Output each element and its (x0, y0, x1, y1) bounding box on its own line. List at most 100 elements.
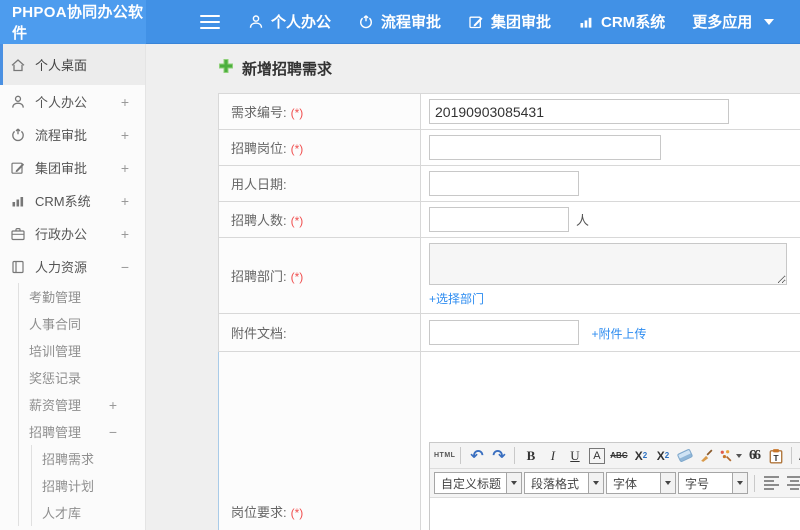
sidebar-item-admin-office[interactable]: 行政办公 + (0, 217, 145, 250)
top-menu-personal-office[interactable]: 个人办公 (248, 11, 331, 32)
sidebar-item-recruitment[interactable]: 招聘管理 − (19, 418, 145, 445)
sidebar-item-crm[interactable]: CRM系统 + (0, 184, 145, 217)
form-row-position: 招聘岗位: (*) (218, 129, 800, 166)
form-row-requirements: 岗位要求: (*) HTML ↶ ↷ B I U A ABC X 2 X 2 6… (218, 351, 800, 530)
top-menu-group-approval[interactable]: 集团审批 (468, 11, 551, 32)
headcount-unit: 人 (576, 212, 590, 228)
paste-as-text-icon[interactable]: T (765, 445, 786, 466)
required-mark: (*) (290, 214, 304, 228)
sidebar-item-hr[interactable]: 人力资源 − (0, 250, 145, 283)
expand-icon[interactable]: + (121, 226, 129, 242)
redo-icon[interactable]: ↷ (488, 445, 509, 466)
sidebar-item-attendance[interactable]: 考勤管理 (19, 283, 145, 310)
process-icon (10, 127, 26, 143)
paragraph-format-select[interactable]: 段落格式 (524, 472, 604, 494)
chart-icon (578, 14, 594, 30)
sidebar-item-rewards[interactable]: 奖惩记录 (19, 364, 145, 391)
sidebar-item-personal-office[interactable]: 个人办公 + (0, 85, 145, 118)
rich-text-editor: HTML ↶ ↷ B I U A ABC X2 X2 66 T 自定义标题 段落… (429, 442, 800, 530)
add-plus-icon (218, 58, 234, 79)
top-menu-more-apps[interactable]: 更多应用 (692, 11, 775, 32)
form-row-attachment: 附件文档: +附件上传 (218, 313, 800, 352)
book-icon (10, 259, 26, 275)
source-code-button[interactable]: HTML (434, 445, 455, 466)
sidebar-item-talent-pool[interactable]: 人才库 (32, 499, 145, 526)
edit-icon (468, 14, 484, 30)
sidebar-submenu-hr: 考勤管理 人事合同 培训管理 奖惩记录 薪资管理 + 招聘管理 − 招聘需求 招… (18, 283, 145, 526)
department-textarea[interactable] (429, 243, 787, 285)
caret-down-icon (660, 473, 675, 493)
strikethrough-button[interactable]: ABC (608, 445, 629, 466)
app-logo: PHPOA协同办公软件 (0, 0, 146, 44)
sidebar-item-recruit-plan[interactable]: 招聘计划 (32, 472, 145, 499)
editor-toolbar-row1: HTML ↶ ↷ B I U A ABC X2 X2 66 T (430, 443, 800, 469)
font-size-select[interactable]: 字号 (678, 472, 748, 494)
sidebar-item-recruit-request[interactable]: 招聘需求 (32, 445, 145, 472)
expand-icon[interactable]: + (121, 94, 129, 110)
required-mark: (*) (290, 270, 304, 284)
caret-down-icon (506, 473, 521, 493)
collapse-icon[interactable]: − (121, 259, 129, 275)
expand-icon[interactable]: + (121, 193, 129, 209)
form-row-hire-date: 用人日期: (218, 165, 800, 202)
top-menu-process-approval[interactable]: 流程审批 (358, 11, 441, 32)
top-menu-crm[interactable]: CRM系统 (578, 11, 665, 32)
superscript-button[interactable]: X2 (630, 445, 651, 466)
request-no-input[interactable] (429, 99, 729, 124)
recruit-request-form: 需求编号:(*) 招聘岗位:(*) 用人日期: 招聘人数:(*) 人 (218, 93, 800, 530)
hire-date-input[interactable] (429, 171, 579, 196)
remove-format-eraser-icon[interactable] (674, 445, 695, 466)
user-icon (10, 94, 26, 110)
font-family-select[interactable]: 字体 (606, 472, 676, 494)
caret-down-icon (732, 473, 747, 493)
sidebar-submenu-recruitment: 招聘需求 招聘计划 人才库 (31, 445, 145, 526)
process-icon (358, 14, 374, 30)
expand-icon[interactable]: + (109, 397, 117, 413)
headcount-input[interactable] (429, 207, 569, 232)
blockquote-icon[interactable]: 66 (743, 445, 764, 466)
top-navbar: PHPOA协同办公软件 个人办公 流程审批 集团审批 CRM系统 更多应用 (0, 0, 800, 44)
expand-icon[interactable]: + (121, 127, 129, 143)
color-pen-icon[interactable] (718, 445, 743, 466)
collapse-icon[interactable]: − (109, 424, 117, 440)
required-mark: (*) (290, 142, 304, 156)
required-mark: (*) (290, 506, 304, 520)
expand-icon[interactable]: + (121, 160, 129, 176)
underline-button[interactable]: U (564, 445, 585, 466)
form-row-department: 招聘部门: (*) +选择部门 (218, 237, 800, 314)
required-mark: (*) (290, 106, 304, 120)
format-brush-icon[interactable] (696, 445, 717, 466)
align-center-icon[interactable] (787, 476, 800, 490)
user-icon (248, 14, 264, 30)
top-menu: 个人办公 流程审批 集团审批 CRM系统 更多应用 (248, 11, 775, 32)
italic-button[interactable]: I (542, 445, 563, 466)
sidebar-item-training[interactable]: 培训管理 (19, 337, 145, 364)
bold-button[interactable]: B (520, 445, 541, 466)
form-row-headcount: 招聘人数: (*) 人 (218, 201, 800, 238)
sidebar-item-hr-contract[interactable]: 人事合同 (19, 310, 145, 337)
undo-icon[interactable]: ↶ (466, 445, 487, 466)
edit-icon (10, 160, 26, 176)
sidebar-item-desktop[interactable]: 个人桌面 (0, 44, 145, 85)
chart-icon (10, 193, 26, 209)
menu-toggle-icon[interactable] (200, 11, 220, 33)
page-title: 新增招聘需求 (218, 58, 800, 79)
sidebar-item-salary[interactable]: 薪资管理 + (19, 391, 145, 418)
sidebar-item-group-approval[interactable]: 集团审批 + (0, 151, 145, 184)
editor-content-area[interactable] (430, 498, 800, 530)
font-style-button[interactable]: A (588, 447, 605, 464)
attachment-upload-link[interactable]: +附件上传 (591, 327, 646, 341)
attachment-input[interactable] (429, 320, 579, 345)
caret-down-icon (588, 473, 603, 493)
briefcase-icon (10, 226, 26, 242)
main-content: 新增招聘需求 需求编号:(*) 招聘岗位:(*) 用人日期: 招聘人数:(*) (146, 44, 800, 530)
home-icon (10, 57, 26, 73)
subscript-button[interactable]: X2 (652, 445, 673, 466)
sidebar-item-process-approval[interactable]: 流程审批 + (0, 118, 145, 151)
position-input[interactable] (429, 135, 661, 160)
svg-text:T: T (773, 452, 779, 462)
caret-down-icon (764, 18, 775, 25)
custom-title-select[interactable]: 自定义标题 (434, 472, 522, 494)
align-left-icon[interactable] (764, 476, 779, 490)
choose-department-link[interactable]: +选择部门 (429, 290, 484, 307)
